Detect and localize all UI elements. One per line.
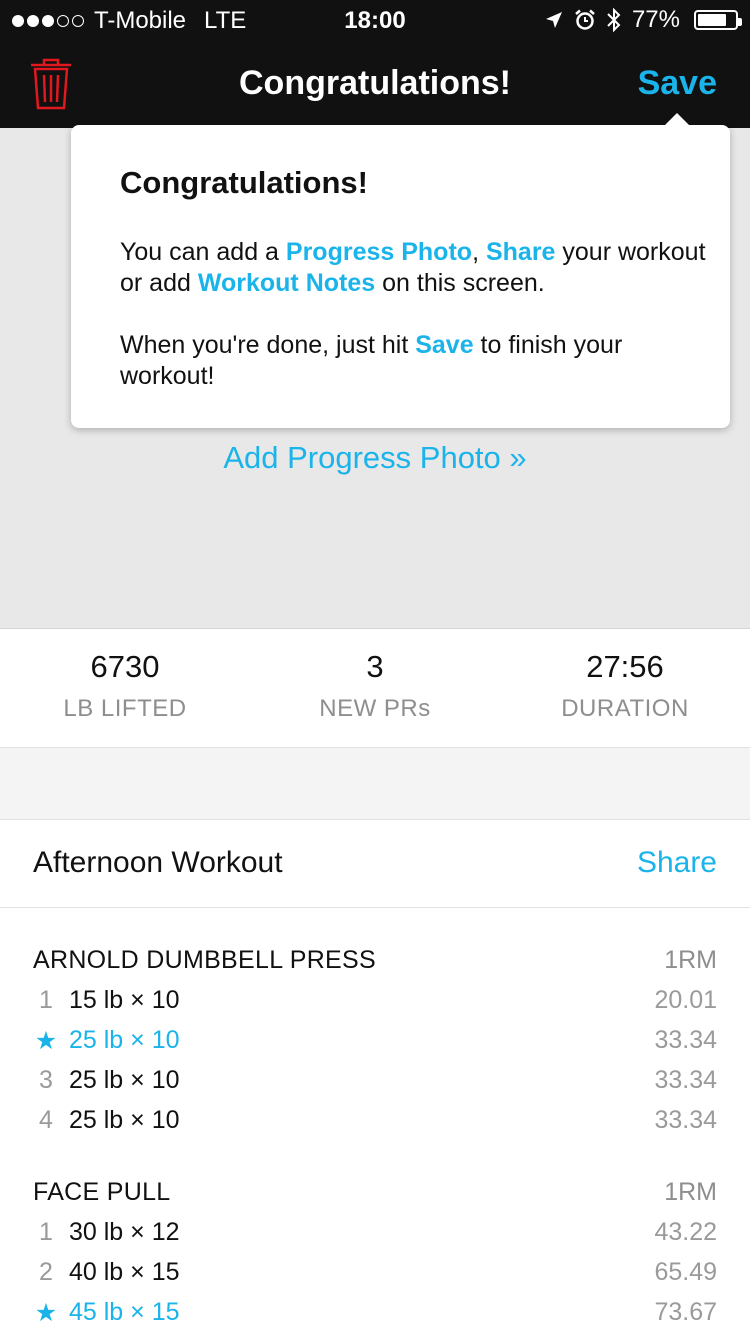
congratulations-popover[interactable]: Congratulations! You can add a Progress …	[71, 113, 730, 428]
set-value: 25 lb × 10	[69, 1026, 180, 1054]
set-row: 3 25 lb × 10 33.34	[0, 1066, 750, 1106]
set-1rm: 43.22	[654, 1218, 717, 1246]
stat-value: 27:56	[586, 649, 664, 684]
stat-value: 3	[366, 649, 384, 684]
status-bar: T-Mobile LTE 18:00 77%	[0, 0, 750, 40]
set-1rm: 33.34	[654, 1106, 717, 1134]
set-number: 2	[39, 1258, 53, 1286]
set-1rm: 20.01	[654, 986, 717, 1014]
location-arrow-icon	[545, 12, 562, 28]
set-value: 25 lb × 10	[69, 1106, 180, 1134]
set-row-pr: ★ 25 lb × 10 33.34	[0, 1026, 750, 1066]
bluetooth-icon	[607, 7, 621, 33]
stat-label: LB LIFTED	[63, 695, 187, 722]
set-row: 2 40 lb × 15 65.49	[0, 1258, 750, 1298]
alarm-icon	[575, 9, 595, 30]
exercise-1rm-header: 1RM	[664, 946, 717, 974]
exercise-name: ARNOLD DUMBBELL PRESS	[33, 946, 376, 974]
popover-paragraph-1: You can add a Progress Photo, Share your…	[120, 238, 706, 297]
pr-star-icon: ★	[34, 1299, 58, 1327]
set-1rm: 73.67	[654, 1298, 717, 1326]
workout-stats: 6730 LB LIFTED 3 NEW PRs 27:56 DURATION	[0, 628, 750, 748]
set-1rm: 33.34	[654, 1026, 717, 1054]
popover-paragraph-2: When you're done, just hit Save to finis…	[120, 331, 623, 390]
pr-star-icon: ★	[34, 1027, 58, 1055]
set-number: 1	[39, 1218, 53, 1246]
set-value: 15 lb × 10	[69, 986, 180, 1014]
popover-arrow	[664, 113, 690, 126]
workout-title[interactable]: Afternoon Workout	[33, 846, 283, 880]
progress-photo-highlight: Progress Photo	[285, 238, 473, 266]
save-highlight: Save	[415, 331, 474, 359]
set-value: 30 lb × 12	[69, 1218, 180, 1246]
stat-value: 6730	[90, 649, 160, 684]
set-number: 1	[39, 986, 53, 1014]
set-row-pr: ★ 45 lb × 15 73.67	[0, 1298, 750, 1334]
set-value: 25 lb × 10	[69, 1066, 180, 1094]
battery-icon	[694, 10, 742, 30]
workout-notes-highlight: Workout Notes	[197, 269, 376, 297]
set-1rm: 33.34	[654, 1066, 717, 1094]
share-highlight: Share	[485, 238, 556, 266]
set-number: 3	[39, 1066, 53, 1094]
section-spacer	[0, 748, 750, 820]
set-value: 40 lb × 15	[69, 1258, 180, 1286]
share-button[interactable]: Share	[637, 846, 717, 880]
stat-label: NEW PRs	[319, 695, 431, 722]
set-number: 4	[39, 1106, 53, 1134]
popover-title: Congratulations!	[120, 165, 368, 200]
exercise-name: FACE PULL	[33, 1178, 171, 1206]
set-row: 1 30 lb × 12 43.22	[0, 1218, 750, 1258]
nav-bar: Congratulations! Save	[0, 40, 750, 128]
exercise-1rm-header: 1RM	[664, 1178, 717, 1206]
set-row: 4 25 lb × 10 33.34	[0, 1106, 750, 1146]
set-1rm: 65.49	[654, 1258, 717, 1286]
workout-header: Afternoon Workout Share	[0, 820, 750, 908]
save-button[interactable]: Save	[638, 64, 717, 103]
add-progress-photo-link[interactable]: Add Progress Photo »	[0, 440, 750, 476]
stat-label: DURATION	[561, 695, 689, 722]
set-value: 45 lb × 15	[69, 1298, 180, 1326]
status-right: 77%	[544, 6, 742, 34]
battery-percent: 77%	[631, 6, 680, 33]
set-row: 1 15 lb × 10 20.01	[0, 986, 750, 1026]
